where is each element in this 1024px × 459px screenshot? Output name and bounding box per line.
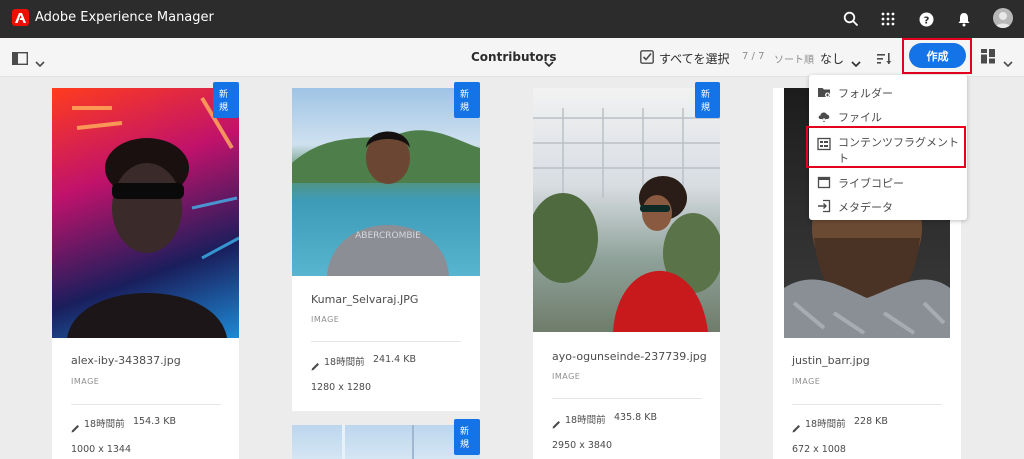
- modified-time: 18時間前: [84, 419, 125, 430]
- create-button[interactable]: 作成: [909, 43, 966, 68]
- modified-time: 18時間前: [805, 419, 846, 430]
- file-size: 241.4 KB: [373, 354, 416, 365]
- asset-type: IMAGE: [792, 377, 821, 386]
- asset-type: IMAGE: [311, 315, 340, 324]
- view-chevron-down-icon[interactable]: [1003, 53, 1013, 72]
- asset-filename[interactable]: ayo-ogunseinde-237739.jpg: [552, 350, 707, 363]
- asset-thumbnail-image[interactable]: [52, 88, 239, 338]
- file-size: 228 KB: [854, 416, 888, 427]
- select-all-checkbox-icon[interactable]: [640, 49, 654, 68]
- asset-thumbnail-image[interactable]: [533, 88, 720, 332]
- asset-filename[interactable]: alex-iby-343837.jpg: [71, 354, 181, 367]
- rail-chevron-down-icon[interactable]: [35, 53, 45, 72]
- card-divider: [71, 404, 221, 405]
- select-all-label[interactable]: すべてを選択: [659, 50, 729, 67]
- card-divider: [552, 398, 702, 399]
- content-fragment-highlight-box: [806, 126, 966, 168]
- search-icon[interactable]: [841, 9, 861, 29]
- asset-type: IMAGE: [71, 377, 100, 386]
- notifications-bell-icon[interactable]: [954, 9, 974, 29]
- breadcrumb-chevron-down-icon[interactable]: [544, 53, 554, 72]
- edit-pencil-icon: [311, 356, 320, 375]
- help-icon[interactable]: ?: [916, 9, 936, 29]
- menu-item-label: フォルダー: [838, 87, 893, 100]
- asset-type: IMAGE: [552, 372, 581, 381]
- apps-grid-icon[interactable]: [878, 9, 898, 29]
- new-badge: 新規: [213, 82, 239, 118]
- menu-item-label: ライブコピー: [838, 177, 904, 190]
- live-copy-icon: [817, 175, 831, 189]
- item-count: 7 / 7: [742, 51, 765, 62]
- view-switcher-icon[interactable]: [981, 49, 995, 68]
- user-avatar[interactable]: [993, 8, 1013, 28]
- menu-item-label: ファイル: [838, 111, 882, 124]
- sort-label: ソート順: [774, 55, 814, 66]
- image-dimensions: 2950 x 3840: [552, 440, 613, 451]
- metadata-import-icon: [817, 199, 831, 213]
- upload-cloud-icon: [817, 109, 831, 123]
- asset-card[interactable]: 新規 alex-iby-343837.jpg IMAGE 18時間前 154.3…: [52, 82, 239, 459]
- file-size: 154.3 KB: [133, 416, 176, 427]
- sort-chevron-down-icon[interactable]: [851, 53, 861, 72]
- menu-item-label: メタデータ: [838, 201, 893, 214]
- asset-card[interactable]: 新規: [292, 419, 480, 459]
- action-toolbar: Contributors すべてを選択 7 / 7 ソート順 なし 作成: [0, 38, 1024, 77]
- svg-text:?: ?: [923, 15, 929, 26]
- app-title[interactable]: Adobe Experience Manager: [35, 10, 214, 25]
- menu-item-metadata[interactable]: メタデータ: [809, 195, 967, 217]
- asset-filename[interactable]: justin_barr.jpg: [792, 354, 870, 367]
- asset-thumbnail-image[interactable]: [292, 425, 480, 459]
- image-dimensions: 1000 x 1344: [71, 444, 132, 455]
- global-nav-bar: Adobe Experience Manager ?: [0, 0, 1024, 38]
- sort-value[interactable]: なし: [820, 50, 844, 67]
- sort-order-icon[interactable]: [877, 50, 892, 69]
- image-dimensions: 1280 x 1280: [311, 382, 372, 393]
- card-divider: [311, 341, 461, 342]
- adobe-logo-icon[interactable]: [12, 9, 29, 26]
- menu-item-file[interactable]: ファイル: [809, 105, 967, 127]
- new-badge: 新規: [454, 419, 480, 455]
- svg-text:ABERCROMBIE: ABERCROMBIE: [355, 231, 421, 241]
- asset-thumbnail-image[interactable]: ABERCROMBIE: [292, 88, 480, 276]
- edit-pencil-icon: [552, 414, 561, 433]
- file-size: 435.8 KB: [614, 412, 657, 423]
- card-divider: [792, 404, 942, 405]
- image-dimensions: 672 x 1008: [792, 444, 846, 455]
- rail-toggle-icon[interactable]: [11, 50, 29, 69]
- new-badge: 新規: [454, 82, 480, 118]
- modified-time: 18時間前: [324, 357, 365, 368]
- folder-icon: [817, 85, 831, 99]
- asset-card[interactable]: ABERCROMBIE 新規 Kumar_Selvaraj.JPG IMAGE …: [292, 82, 480, 411]
- edit-pencil-icon: [792, 418, 801, 437]
- modified-time: 18時間前: [565, 415, 606, 426]
- menu-item-folder[interactable]: フォルダー: [809, 81, 967, 103]
- asset-filename[interactable]: Kumar_Selvaraj.JPG: [311, 293, 418, 306]
- new-badge: 新規: [695, 82, 720, 118]
- menu-item-live-copy[interactable]: ライブコピー: [809, 171, 967, 193]
- edit-pencil-icon: [71, 418, 80, 437]
- asset-card[interactable]: 新規 ayo-ogunseinde-237739.jpg IMAGE 18時間前…: [533, 82, 720, 459]
